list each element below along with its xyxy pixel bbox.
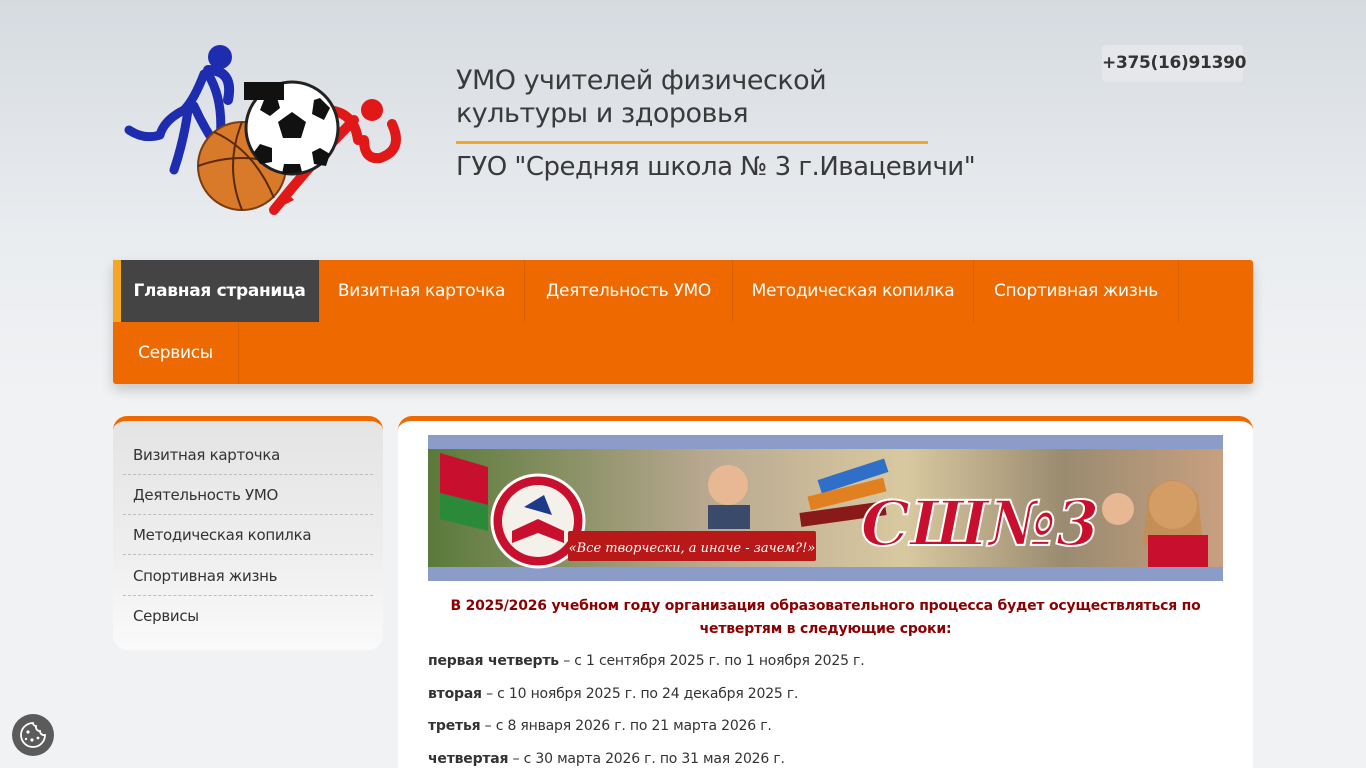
term-name: третья [428,718,481,734]
term-item: третья – с 8 января 2026 г. по 21 марта … [428,718,1208,734]
site-subtitle: ГУО "Средняя школа № 3 г.Ивацевичи" [456,152,976,182]
sidebar-item-services[interactable]: Сервисы [123,596,373,636]
nav-item-sports-life[interactable]: Спортивная жизнь [974,260,1179,322]
phone-number[interactable]: +375(16)91390 [1102,45,1246,82]
cookie-icon [20,722,46,748]
site-logo[interactable] [124,40,414,220]
term-name: вторая [428,686,482,702]
nav-item-umo-activity[interactable]: Деятельность УМО [525,260,733,322]
term-dates: – с 1 сентября 2025 г. по 1 ноября 2025 … [558,653,865,669]
main-navigation: Главная страница Визитная карточка Деяте… [113,260,1253,384]
nav-item-services[interactable]: Сервисы [113,322,239,384]
sidebar-item-umo-activity[interactable]: Деятельность УМО [123,475,373,515]
nav-item-methodical[interactable]: Методическая копилка [733,260,974,322]
sidebar-item-methodical[interactable]: Методическая копилка [123,515,373,555]
nav-item-business-card[interactable]: Визитная карточка [319,260,525,322]
banner-motto: «Все творчески, а иначе - зачем?!» [569,541,816,556]
cookie-settings-button[interactable] [12,714,54,756]
banner-school-mark: СШ№3 [861,487,1100,560]
nav-item-home[interactable]: Главная страница [113,260,319,322]
sidebar-item-sports-life[interactable]: Спортивная жизнь [123,556,373,596]
site-title: УМО учителей физической культуры и здоро… [456,65,827,129]
term-dates: – с 30 марта 2026 г. по 31 мая 2026 г. [508,751,785,767]
term-name: первая четверть [428,653,559,669]
term-name: четвертая [428,751,509,767]
notice-text: В 2025/2026 учебном году организация обр… [450,598,1201,637]
term-dates: – с 8 января 2026 г. по 21 марта 2026 г. [480,718,772,734]
term-item: первая четверть – с 1 сентября 2025 г. п… [428,653,1208,669]
term-item: вторая – с 10 ноября 2025 г. по 24 декаб… [428,686,1208,702]
term-item: четвертая – с 30 марта 2026 г. по 31 мая… [428,751,1208,767]
term-dates: – с 10 ноября 2025 г. по 24 декабря 2025… [481,686,799,702]
title-divider [456,141,928,144]
school-banner: «Все творчески, а иначе - зачем?!» СШ№3 [428,435,1223,581]
sidebar-menu: Визитная карточка Деятельность УМО Метод… [113,416,383,650]
sidebar-item-business-card[interactable]: Визитная карточка [123,435,373,475]
main-content: «Все творчески, а иначе - зачем?!» СШ№3 … [398,416,1253,768]
